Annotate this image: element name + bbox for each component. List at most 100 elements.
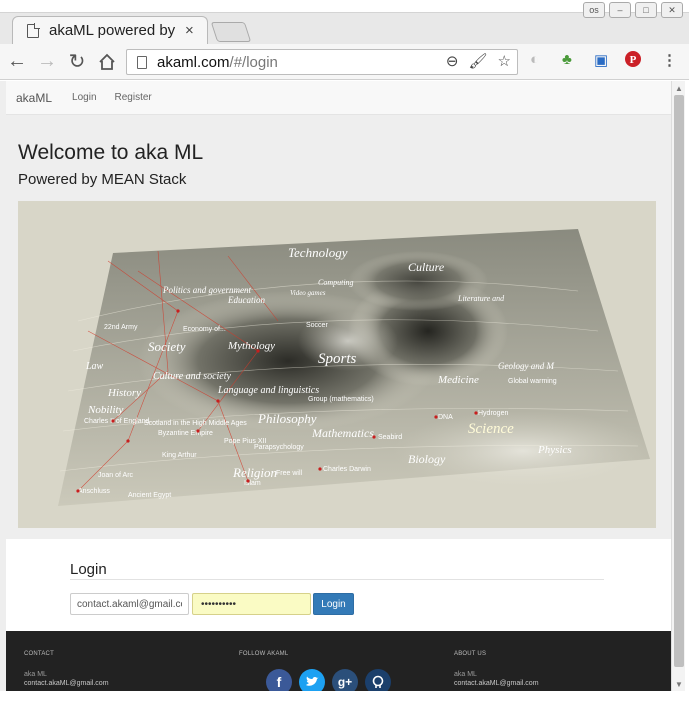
map-label-politics: Politics and government [162, 285, 251, 295]
page-info-icon[interactable] [137, 55, 147, 69]
site-brand[interactable]: akaML [16, 91, 52, 105]
map-label-mathematics: Mathematics [311, 426, 374, 440]
site-navbar: akaML Login Register [6, 81, 671, 115]
paint-icon[interactable]: 🖌 [469, 52, 488, 70]
url-path: /#/login [229, 53, 278, 71]
map-label-literature: Literature and [457, 294, 505, 303]
twitter-icon[interactable] [299, 669, 325, 691]
scrollbar-thumb[interactable] [674, 95, 684, 667]
login-button[interactable]: Login [313, 593, 354, 615]
map-label-king-arthur: King Arthur [162, 452, 197, 459]
footer-about-name: aka ML [454, 671, 477, 678]
map-label-physics: Physics [537, 444, 572, 456]
home-icon[interactable] [94, 49, 120, 75]
page-title: Welcome to aka ML [18, 141, 204, 164]
browser-tab[interactable]: akaML powered by MEAN × [12, 16, 208, 44]
scroll-down-icon[interactable]: ▼ [675, 680, 683, 689]
map-label-geology: Geology and M [498, 361, 554, 371]
map-label-joan-of-arc: Joan of Arc [98, 472, 134, 479]
password-field[interactable] [192, 593, 311, 615]
footer-about-heading: ABOUT US [454, 651, 487, 657]
map-label-economy: Economy of... [183, 326, 226, 333]
map-label-charles-darwin: Charles Darwin [323, 466, 371, 473]
new-tab-button[interactable] [210, 22, 252, 42]
nav-link-login[interactable]: Login [72, 92, 96, 103]
login-heading: Login [70, 561, 107, 578]
vertical-scrollbar[interactable]: ▲ ▼ [671, 81, 685, 691]
extension-gray-icon[interactable]: ◐ [530, 51, 539, 68]
github-icon[interactable] [365, 669, 391, 691]
extension-blue-icon[interactable]: ▣ [594, 51, 608, 69]
back-icon[interactable]: ← [4, 49, 30, 75]
bookmark-star-icon[interactable]: ☆ [498, 52, 511, 70]
footer-contact: CONTACT aka ML contact.akaML@gmail.com [24, 651, 109, 687]
map-label-byzantine: Byzantine Empire [158, 430, 213, 437]
extension-tree-icon[interactable]: ♣ [562, 51, 572, 68]
map-label-hydrogen: Hydrogen [478, 410, 508, 417]
footer-follow-heading: FOLLOW AKAML [239, 651, 289, 657]
map-label-mythology: Mythology [227, 340, 275, 352]
map-label-sports: Sports [318, 351, 357, 367]
hero-section: Welcome to aka ML Powered by MEAN Stack [6, 115, 671, 539]
reload-icon[interactable]: ↻ [64, 49, 90, 75]
map-label-charles-ii: Charles II of England [84, 418, 149, 425]
map-label-technology: Technology [288, 245, 348, 260]
address-bar[interactable]: akaml.com /#/login ⊖ 🖌 ☆ [126, 49, 518, 75]
footer-contact-heading: CONTACT [24, 651, 54, 657]
map-label-biology: Biology [408, 452, 446, 466]
maximize-button[interactable]: □ [635, 2, 657, 18]
tab-close-icon[interactable]: × [185, 22, 194, 39]
pinterest-icon[interactable]: P [625, 51, 641, 71]
map-label-society: Society [148, 339, 186, 354]
email-field[interactable] [70, 593, 189, 615]
map-label-history: History [107, 387, 141, 399]
site-footer: CONTACT aka ML contact.akaML@gmail.com F… [6, 631, 671, 691]
map-label-dna: DNA [438, 414, 453, 421]
map-label-nobility: Nobility [87, 404, 124, 416]
map-label-medicine: Medicine [437, 374, 479, 386]
svg-text:P: P [630, 54, 637, 66]
menu-kebab-icon[interactable]: ⋮ [662, 51, 677, 69]
page-viewport: akaML Login Register Welcome to aka ML P… [0, 81, 671, 691]
map-label-anschluss: Anschluss [78, 488, 110, 495]
login-divider [70, 579, 604, 580]
forward-icon[interactable]: → [34, 49, 60, 75]
nav-link-register[interactable]: Register [115, 92, 152, 103]
map-label-education: Education [227, 295, 265, 305]
close-window-button[interactable]: ✕ [661, 2, 683, 18]
tab-strip: akaML powered by MEAN × os – □ ✕ [0, 0, 689, 44]
map-label-parapsychology: Parapsychology [254, 444, 304, 451]
map-label-culture-society: Culture and society [153, 371, 232, 382]
browser-window: akaML powered by MEAN × os – □ ✕ ← → ↻ a… [0, 0, 689, 704]
window-controls: os – □ ✕ [583, 2, 683, 18]
browser-toolbar: ← → ↻ akaml.com /#/login ⊖ 🖌 ☆ ◐ ♣ ▣ P ⋮ [0, 44, 689, 80]
footer-about-email[interactable]: contact.akaML@gmail.com [454, 680, 539, 687]
map-label-22nd-army: 22nd Army [104, 324, 138, 331]
facebook-icon[interactable]: f [266, 669, 292, 691]
page-subtitle: Powered by MEAN Stack [18, 171, 187, 188]
map-label-law: Law [85, 361, 104, 372]
login-section: Login Login [6, 539, 671, 631]
user-profile-button[interactable]: os [583, 2, 605, 18]
map-label-culture: Culture [408, 260, 445, 274]
footer-about: ABOUT US aka ML contact.akaML@gmail.com [454, 651, 539, 687]
map-label-philosophy: Philosophy [257, 411, 317, 426]
tab-title: akaML powered by MEAN [49, 22, 179, 39]
map-label-seabird: Seabird [378, 434, 402, 441]
map-label-global-warming: Global warming [508, 378, 557, 385]
footer-contact-email[interactable]: contact.akaML@gmail.com [24, 680, 109, 687]
knowledge-map-image: Technology Culture Politics and governme… [18, 201, 656, 528]
minimize-button[interactable]: – [609, 2, 631, 18]
map-label-free-will: Free will [276, 470, 303, 477]
url-host: akaml.com [157, 53, 230, 71]
zoom-icon[interactable]: ⊖ [446, 52, 459, 70]
map-label-religion: Religion [232, 465, 277, 480]
map-label-science: Science [468, 421, 514, 437]
map-label-ancient-egypt: Ancient Egypt [128, 492, 171, 499]
page-icon [27, 22, 40, 38]
map-label-computing: Computing [318, 278, 354, 287]
footer-contact-name: aka ML [24, 671, 47, 678]
google-plus-icon[interactable]: g+ [332, 669, 358, 691]
map-label-group-math: Group (mathematics) [308, 396, 374, 403]
scroll-up-icon[interactable]: ▲ [675, 84, 683, 93]
